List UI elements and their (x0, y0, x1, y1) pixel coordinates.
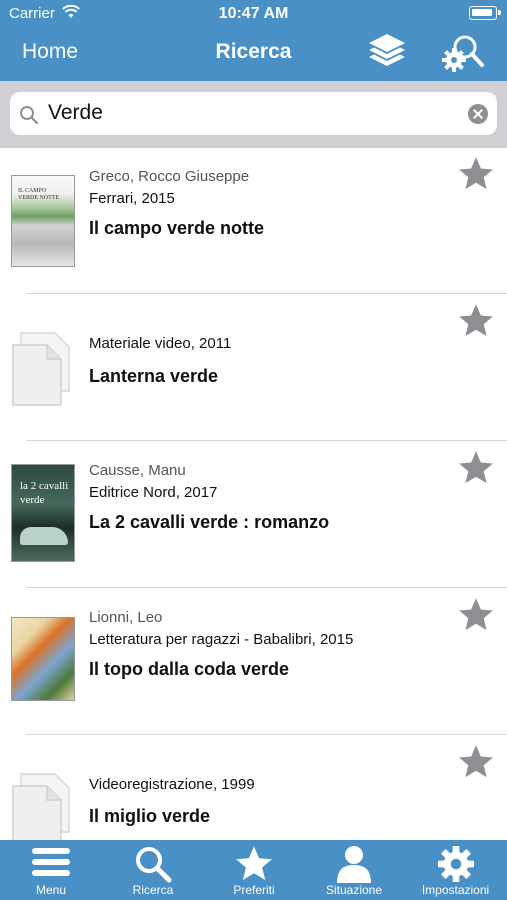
favorite-star-icon[interactable] (457, 156, 495, 192)
generic-document-icon (12, 332, 70, 406)
search-bar: Verde (0, 81, 507, 148)
result-publisher: Ferrari, 2015 (89, 190, 175, 207)
favorite-star-icon[interactable] (457, 597, 495, 633)
favorite-star-icon[interactable] (457, 303, 495, 339)
search-icon (20, 106, 39, 125)
list-item[interactable]: Materiale video, 2011 Lanterna verde (0, 295, 507, 441)
list-item[interactable]: Videoregistrazione, 1999 Il miglio verde (0, 736, 507, 840)
star-icon (236, 846, 272, 881)
tab-label: Situazione (325, 883, 383, 897)
tab-label: Preferiti (233, 883, 275, 897)
result-title: La 2 cavalli verde : romanzo (89, 512, 330, 532)
list-item[interactable]: la 2 cavalli verde Causse, Manu Editrice … (0, 442, 507, 588)
result-author: Causse, Manu (89, 462, 186, 479)
search-input[interactable]: Verde (10, 92, 497, 135)
tab-label: Menu (35, 883, 67, 897)
result-publisher: Editrice Nord, 2017 (89, 484, 218, 501)
layers-icon[interactable] (367, 30, 407, 74)
result-publisher: Videoregistrazione, 1999 (89, 776, 255, 793)
menu-icon (32, 848, 70, 876)
results-list: IL CAMPO VERDE NOTTE Greco, Rocco Giusepp… (0, 148, 507, 840)
search-gear-icon[interactable] (441, 32, 485, 74)
row-divider (26, 734, 507, 735)
result-author: Greco, Rocco Giuseppe (89, 168, 250, 185)
row-divider (26, 587, 507, 588)
result-author: Lionni, Leo (89, 609, 163, 626)
user-icon (337, 846, 371, 883)
tab-status[interactable]: Situazione (304, 840, 404, 900)
result-publisher: Letteratura per ragazzi - Babalibri, 201… (89, 631, 354, 648)
battery-icon (469, 6, 501, 20)
clock: 10:47 AM (218, 5, 289, 22)
favorite-star-icon[interactable] (457, 744, 495, 780)
search-icon (136, 847, 172, 883)
tab-search[interactable]: Ricerca (102, 840, 204, 900)
search-query: Verde (48, 101, 103, 124)
list-item[interactable]: IL CAMPO VERDE NOTTE Greco, Rocco Giusepp… (0, 148, 507, 294)
result-title: Il miglio verde (89, 806, 211, 826)
result-publisher: Materiale video, 2011 (89, 335, 232, 352)
status-bar: Carrier 10:47 AM (0, 0, 507, 28)
favorite-star-icon[interactable] (457, 450, 495, 486)
generic-document-icon (12, 773, 70, 840)
tab-label: Ricerca (132, 883, 174, 897)
result-title: Il campo verde notte (89, 218, 265, 238)
header: Carrier 10:47 AM Home Ricerca (0, 0, 507, 81)
book-cover-image (11, 617, 75, 701)
tab-settings[interactable]: Impostazioni (404, 840, 507, 900)
gear-icon (437, 845, 474, 883)
clear-icon[interactable] (468, 104, 488, 124)
page-title: Ricerca (215, 40, 292, 63)
tab-menu[interactable]: Menu (0, 840, 102, 900)
tab-bar: Menu Ricerca Preferiti Situazione Impost… (0, 840, 507, 900)
result-title: Il topo dalla coda verde (89, 659, 290, 679)
result-title: Lanterna verde (89, 366, 219, 386)
list-item[interactable]: Lionni, Leo Letteratura per ragazzi - Ba… (0, 589, 507, 735)
tab-label: Impostazioni (421, 883, 490, 897)
row-divider (26, 440, 507, 441)
row-divider (26, 293, 507, 294)
book-cover-image: IL CAMPO VERDE NOTTE (11, 175, 75, 267)
book-cover-image: la 2 cavalli verde (11, 464, 75, 562)
tab-favorites[interactable]: Preferiti (204, 840, 304, 900)
